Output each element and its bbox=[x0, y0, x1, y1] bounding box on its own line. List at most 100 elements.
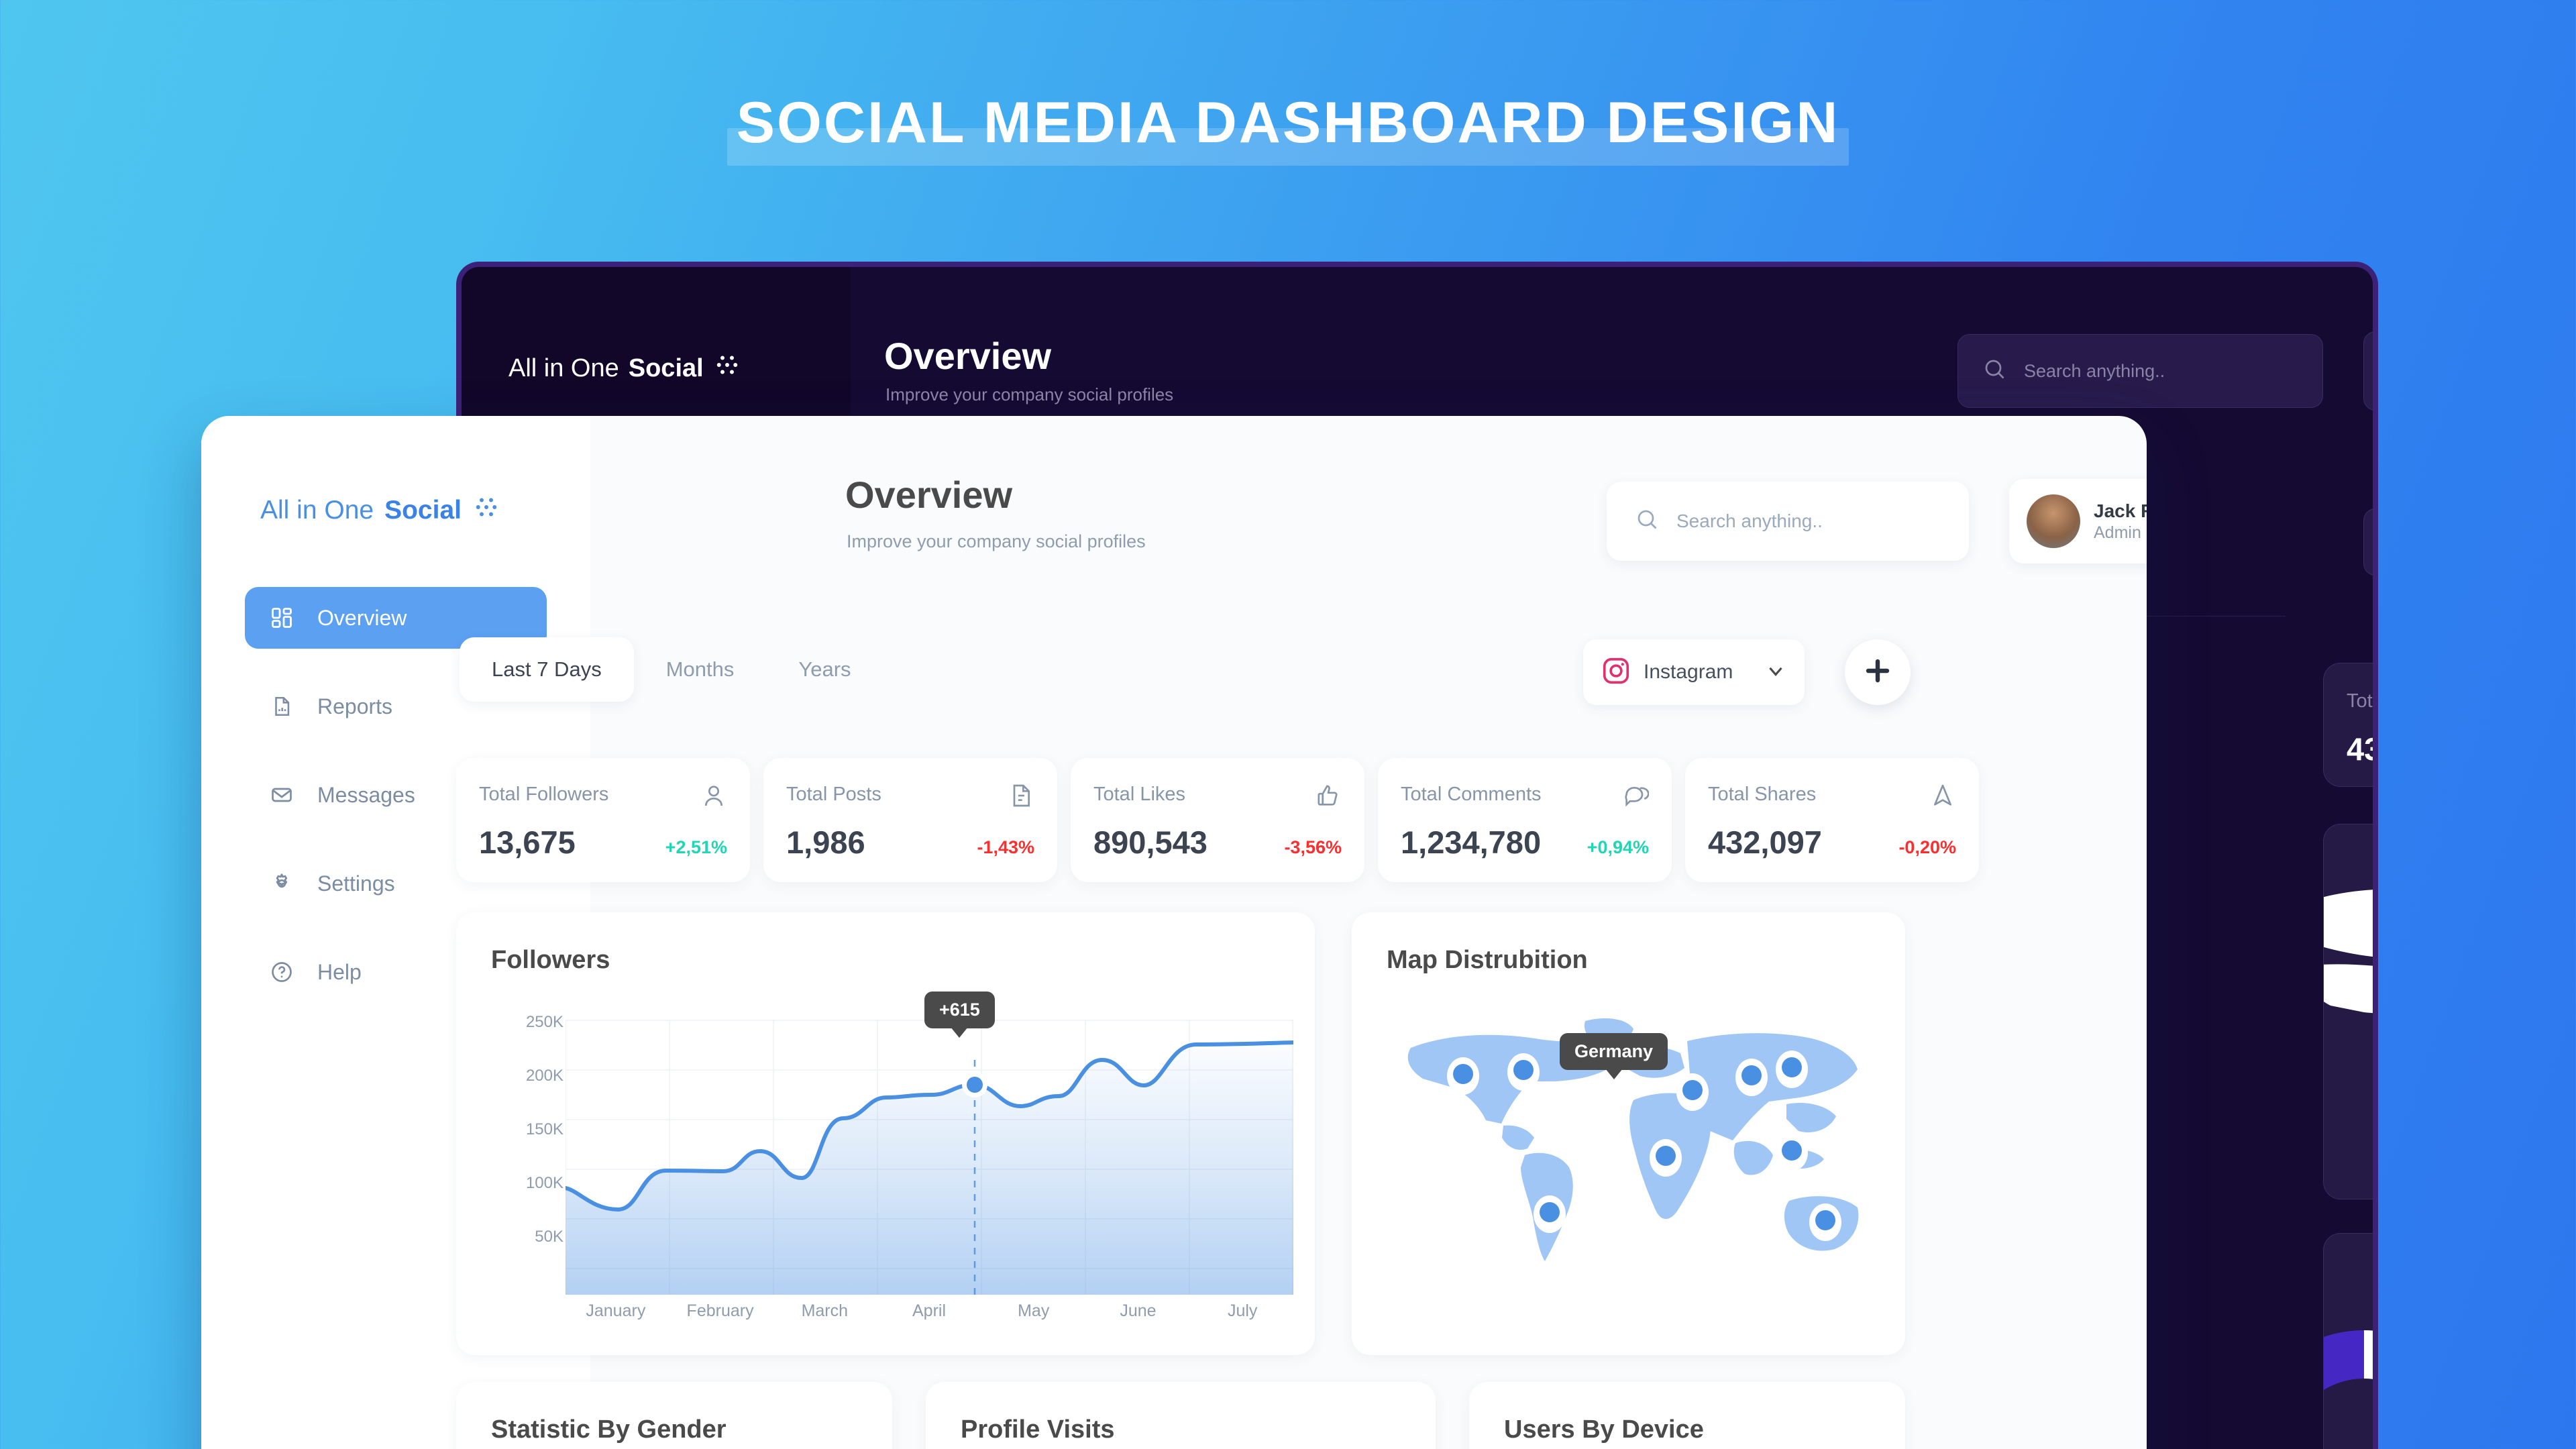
user-role: Admin bbox=[2094, 523, 2141, 542]
x-tick: May bbox=[1018, 1301, 1050, 1320]
stat-label: Total Shares bbox=[1708, 784, 1817, 805]
y-tick: 200K bbox=[525, 1067, 564, 1085]
search-placeholder: Search anything.. bbox=[1676, 511, 1823, 531]
stat-delta: -0,20% bbox=[1898, 837, 1956, 857]
x-tick: March bbox=[801, 1301, 849, 1320]
gear-icon bbox=[269, 871, 294, 896]
x-tick: July bbox=[1227, 1301, 1258, 1320]
map-tooltip-label: Germany bbox=[1574, 1041, 1654, 1061]
y-tick: 100K bbox=[525, 1174, 564, 1192]
panel-title: Users By Device bbox=[1504, 1415, 1704, 1444]
dots-cluster-icon bbox=[713, 351, 741, 386]
chart-tooltip: +615 bbox=[924, 991, 995, 1028]
user-menu[interactable]: Jack Reynold Admin bbox=[2009, 479, 2147, 564]
brand-name-light: All in One bbox=[260, 496, 374, 525]
y-tick: 150K bbox=[525, 1120, 564, 1138]
instagram-icon bbox=[1601, 655, 1631, 690]
panel-title: Followers bbox=[491, 946, 610, 974]
dark-network-filter[interactable]: Instagram bbox=[2363, 508, 2373, 576]
period-tabs: Last 7 Days Months Years bbox=[460, 637, 883, 702]
page-banner: SOCIAL MEDIA DASHBOARD DESIGN bbox=[0, 87, 2576, 166]
sidebar-item-label: Settings bbox=[317, 871, 395, 896]
network-filter-dropdown[interactable]: Instagram bbox=[1583, 639, 1805, 705]
add-widget-button[interactable] bbox=[1845, 639, 1911, 705]
sidebar-item-label: Help bbox=[317, 959, 362, 984]
user-icon bbox=[700, 782, 727, 812]
stat-delta: +2,51% bbox=[665, 837, 727, 857]
users-by-device-panel: Users By Device bbox=[1469, 1382, 1905, 1449]
tab-years[interactable]: Years bbox=[766, 637, 883, 702]
stat-delta: +0,94% bbox=[1587, 837, 1649, 857]
stat-delta: -3,56% bbox=[1284, 837, 1342, 857]
avatar bbox=[2027, 494, 2080, 548]
dark-search-input[interactable]: Search anything.. bbox=[1957, 334, 2323, 408]
stat-value: 1,234,780 bbox=[1401, 824, 1542, 860]
dark-page-subtitle: Improve your company social profiles bbox=[885, 384, 1174, 405]
stat-card-total-followers: Total Followers 13,675 +2,51% bbox=[456, 758, 750, 882]
sidebar-item-label: Reports bbox=[317, 694, 393, 718]
sidebar-item-label: Overview bbox=[317, 605, 407, 630]
profile-visits-panel: Profile Visits bbox=[926, 1382, 1436, 1449]
dark-stat-value: 432,097 bbox=[2347, 731, 2373, 767]
y-tick: 50K bbox=[535, 1228, 564, 1246]
stat-card-total-posts: Total Posts 1,986 -1,43% bbox=[763, 758, 1057, 882]
send-icon bbox=[1929, 782, 1956, 812]
stat-value: 1,986 bbox=[786, 824, 865, 860]
dark-stat-label: Total Shares bbox=[2347, 690, 2373, 712]
stat-label: Total Posts bbox=[786, 784, 881, 805]
document-chart-icon bbox=[269, 695, 294, 718]
chart-tooltip-value: +615 bbox=[939, 1000, 980, 1020]
search-input[interactable]: Search anything.. bbox=[1607, 482, 1969, 561]
chart-x-axis: January February March April May June Ju… bbox=[564, 1301, 1295, 1321]
dark-world-map bbox=[2324, 890, 2373, 1014]
panel-title: Map Distrubition bbox=[1387, 946, 1588, 974]
banner-highlight: SOCIAL MEDIA DASHBOARD DESIGN bbox=[727, 87, 1849, 166]
dark-page-title: Overview bbox=[884, 335, 1052, 377]
page-title: Overview bbox=[845, 474, 1013, 516]
stat-card-row: Total Followers 13,675 +2,51% Total Post… bbox=[456, 758, 1979, 882]
grid-icon bbox=[269, 606, 294, 630]
user-name: Jack Reynold bbox=[2094, 500, 2147, 521]
stat-card-total-comments: Total Comments 1,234,780 +0,94% bbox=[1378, 758, 1672, 882]
stat-value: 890,543 bbox=[1093, 824, 1208, 860]
stat-card-total-likes: Total Likes 890,543 -3,56% bbox=[1071, 758, 1364, 882]
plus-icon bbox=[1862, 655, 1894, 690]
dark-map-panel bbox=[2323, 824, 2373, 1199]
dark-search-placeholder: Search anything.. bbox=[2024, 360, 2165, 381]
question-circle-icon bbox=[269, 960, 294, 984]
dark-stat-card-total-shares: Total Shares 432,097 -0,20% bbox=[2323, 663, 2373, 787]
thumbs-up-icon bbox=[1315, 782, 1342, 812]
dashboard-window: All in One Social Overview Reports Messa… bbox=[201, 416, 2147, 1449]
panel-title: Profile Visits bbox=[961, 1415, 1115, 1444]
envelope-icon bbox=[269, 783, 294, 807]
dots-cluster-icon bbox=[472, 493, 500, 528]
stat-value: 13,675 bbox=[479, 824, 576, 860]
banner-title: SOCIAL MEDIA DASHBOARD DESIGN bbox=[736, 91, 1840, 155]
dark-brand-logo[interactable]: All in One Social bbox=[508, 351, 741, 386]
panel-title: Statistic By Gender bbox=[491, 1415, 727, 1444]
search-icon bbox=[1635, 507, 1659, 536]
brand-logo[interactable]: All in One Social bbox=[260, 493, 500, 528]
stat-value: 432,097 bbox=[1708, 824, 1822, 860]
dark-brand-name-bold: Social bbox=[628, 354, 704, 382]
dark-donut-panel bbox=[2323, 1233, 2373, 1449]
dark-user-menu[interactable]: Jack Reynold Admin bbox=[2363, 331, 2373, 411]
page-subtitle: Improve your company social profiles bbox=[847, 531, 1146, 551]
x-tick: February bbox=[686, 1301, 754, 1320]
stat-delta: -1,43% bbox=[977, 837, 1034, 857]
map-distribution-panel: Map Distrubition Germany bbox=[1352, 912, 1905, 1355]
file-icon bbox=[1008, 782, 1034, 812]
followers-area-chart bbox=[566, 1020, 1293, 1295]
comment-icon bbox=[1622, 782, 1650, 812]
tab-last-7-days[interactable]: Last 7 Days bbox=[460, 637, 634, 702]
chevron-down-icon bbox=[1764, 659, 1787, 686]
stat-label: Total Likes bbox=[1093, 784, 1186, 805]
gender-statistic-panel: Statistic By Gender bbox=[456, 1382, 892, 1449]
dark-donut-chart bbox=[2324, 1330, 2373, 1391]
sidebar-item-label: Messages bbox=[317, 782, 415, 807]
x-tick: January bbox=[586, 1301, 646, 1320]
followers-chart-panel: Followers 250K 200K 150K 100K 50K +615 J… bbox=[456, 912, 1315, 1355]
stat-card-total-shares: Total Shares 432,097 -0,20% bbox=[1685, 758, 1979, 882]
network-filter-label: Instagram bbox=[1644, 661, 1733, 683]
tab-months[interactable]: Months bbox=[634, 637, 767, 702]
